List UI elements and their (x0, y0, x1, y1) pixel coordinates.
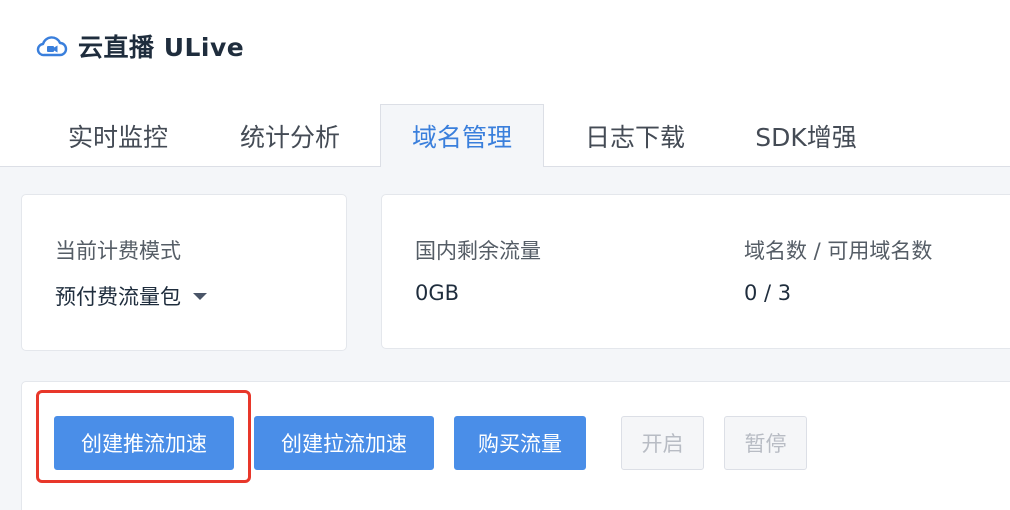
enable-button[interactable]: 开启 (621, 416, 704, 470)
tab-log-download[interactable]: 日志下载 (557, 104, 713, 167)
tab-realtime-monitor[interactable]: 实时监控 (40, 104, 196, 167)
buy-traffic-button[interactable]: 购买流量 (454, 416, 586, 470)
tab-statistics[interactable]: 统计分析 (212, 104, 368, 167)
caret-down-icon (193, 292, 207, 300)
billing-mode-dropdown[interactable]: 预付费流量包 (55, 281, 207, 311)
billing-card: 当前计费模式 预付费流量包 (21, 194, 347, 351)
tab-bar: 实时监控 统计分析 域名管理 日志下载 SDK增强 (0, 104, 1010, 168)
domains-value: 0 / 3 (744, 281, 792, 305)
tab-domain-management[interactable]: 域名管理 (380, 104, 544, 168)
app-title: 云直播 ULive (78, 33, 245, 62)
create-pull-button[interactable]: 创建拉流加速 (254, 416, 434, 470)
traffic-label: 国内剩余流量 (415, 239, 541, 263)
brand: 云直播 ULive (36, 28, 244, 64)
traffic-value: 0GB (415, 281, 460, 305)
page: 云直播 ULive 实时监控 统计分析 域名管理 日志下载 SDK增强 当前计费… (0, 0, 1010, 510)
billing-mode-value: 预付费流量包 (55, 285, 181, 309)
cloud-camera-icon (36, 36, 68, 57)
header: 云直播 ULive (0, 0, 1010, 104)
tab-sdk-enhance[interactable]: SDK增强 (728, 104, 884, 167)
create-push-button[interactable]: 创建推流加速 (54, 416, 234, 470)
domains-label: 域名数 / 可用域名数 (744, 239, 933, 263)
stats-card: 国内剩余流量 0GB 域名数 / 可用域名数 0 / 3 (381, 194, 1010, 349)
billing-mode-label: 当前计费模式 (55, 239, 181, 263)
pause-button[interactable]: 暂停 (724, 416, 807, 470)
